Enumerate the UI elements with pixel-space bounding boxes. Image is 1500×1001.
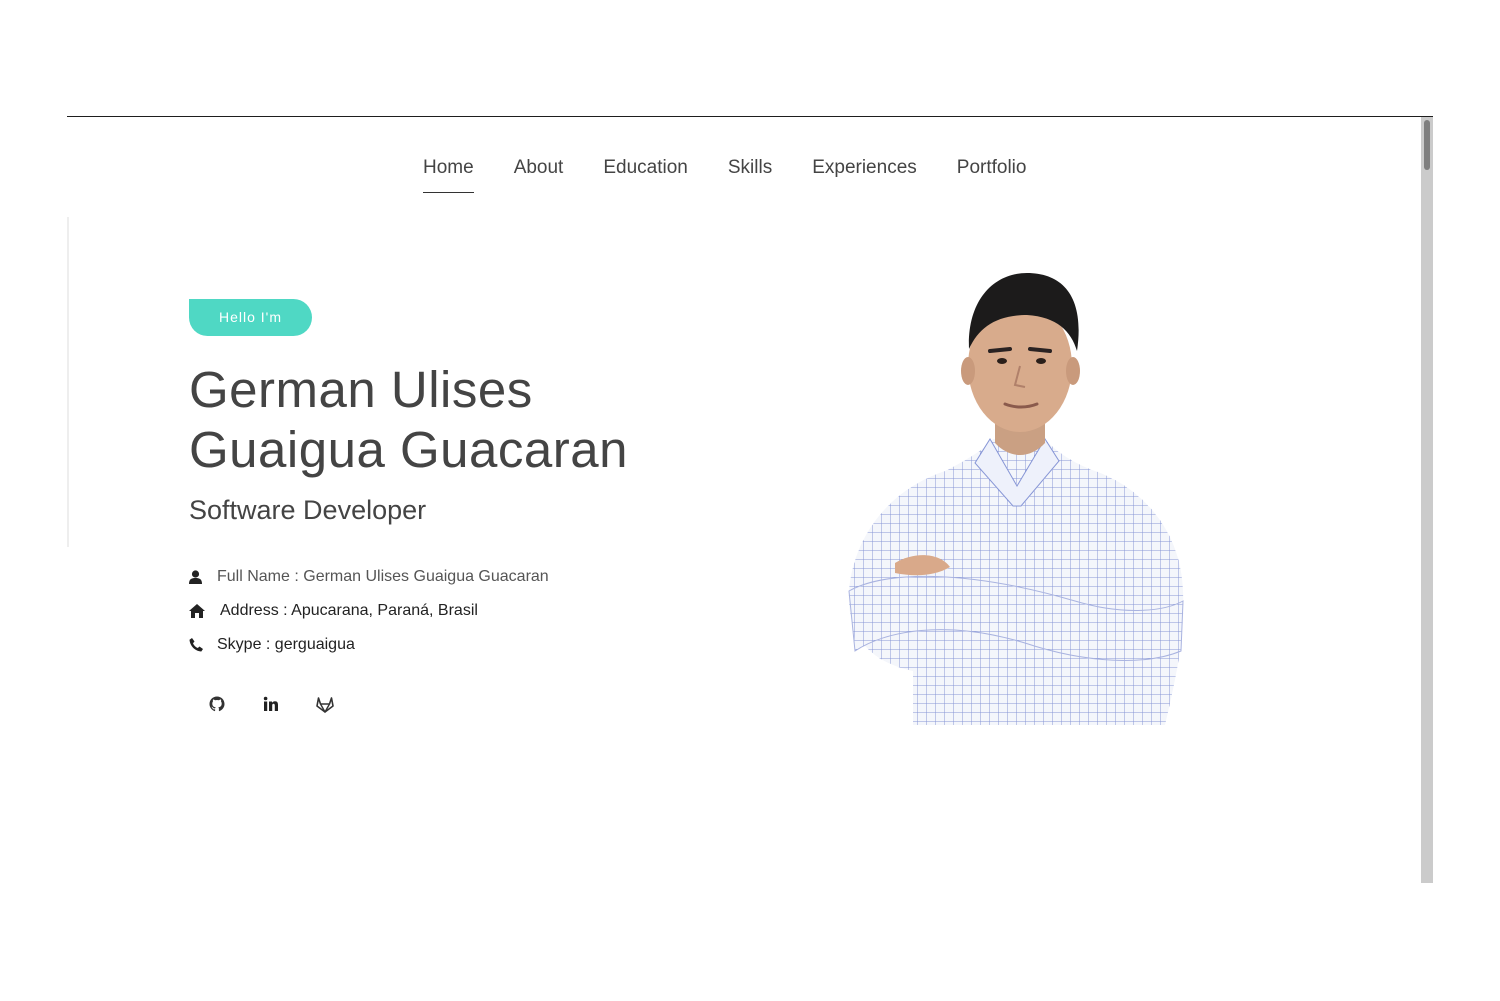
greeting-badge: Hello I'm xyxy=(189,299,313,336)
phone-icon xyxy=(189,638,203,652)
hero-name: German Ulises Guaigua Guacaran xyxy=(189,360,749,480)
nav-item-home[interactable]: Home xyxy=(423,155,474,193)
nav-item-skills[interactable]: Skills xyxy=(728,155,772,193)
hero-role: Software Developer xyxy=(189,495,427,525)
nav-item-portfolio[interactable]: Portfolio xyxy=(957,155,1027,193)
info-full-name-text: Full Name : German Ulises Guaigua Guacar… xyxy=(217,568,549,585)
home-icon xyxy=(189,604,206,618)
info-skype-text: Skype : gerguaigua xyxy=(217,636,355,653)
linkedin-icon xyxy=(263,696,278,711)
github-link[interactable] xyxy=(201,688,233,720)
nav-item-about[interactable]: About xyxy=(514,155,564,193)
gitlab-icon xyxy=(316,696,334,713)
profile-photo-illustration xyxy=(848,273,1184,725)
nav-list: Home About Education Skills Experiences … xyxy=(423,155,1026,193)
browser-viewport: Home About Education Skills Experiences … xyxy=(67,116,1433,883)
user-icon xyxy=(189,570,203,584)
contact-info-list: Full Name : German Ulises Guaigua Guacar… xyxy=(189,560,749,662)
github-icon xyxy=(209,696,225,712)
hero-intro: Hello I'm German Ulises Guaigua Guacaran… xyxy=(189,299,749,720)
info-address: Address : Apucarana, Paraná, Brasil xyxy=(189,594,749,628)
vertical-scrollbar[interactable] xyxy=(1421,117,1433,883)
info-skype: Skype : gerguaigua xyxy=(189,628,749,662)
scrollbar-thumb[interactable] xyxy=(1424,120,1430,170)
nav-item-education[interactable]: Education xyxy=(603,155,688,193)
section-divider xyxy=(67,217,69,547)
info-full-name: Full Name : German Ulises Guaigua Guacar… xyxy=(189,560,749,594)
social-links xyxy=(189,688,749,720)
hero-name-line2: Guaigua Guacaran xyxy=(189,421,628,478)
hero-name-line1: German Ulises xyxy=(189,361,533,418)
main-navigation: Home About Education Skills Experiences … xyxy=(67,117,1421,217)
info-address-text: Address : Apucarana, Paraná, Brasil xyxy=(220,602,478,619)
nav-item-experiences[interactable]: Experiences xyxy=(812,155,917,193)
profile-photo xyxy=(845,271,1189,725)
linkedin-link[interactable] xyxy=(255,688,287,720)
gitlab-link[interactable] xyxy=(309,688,341,720)
